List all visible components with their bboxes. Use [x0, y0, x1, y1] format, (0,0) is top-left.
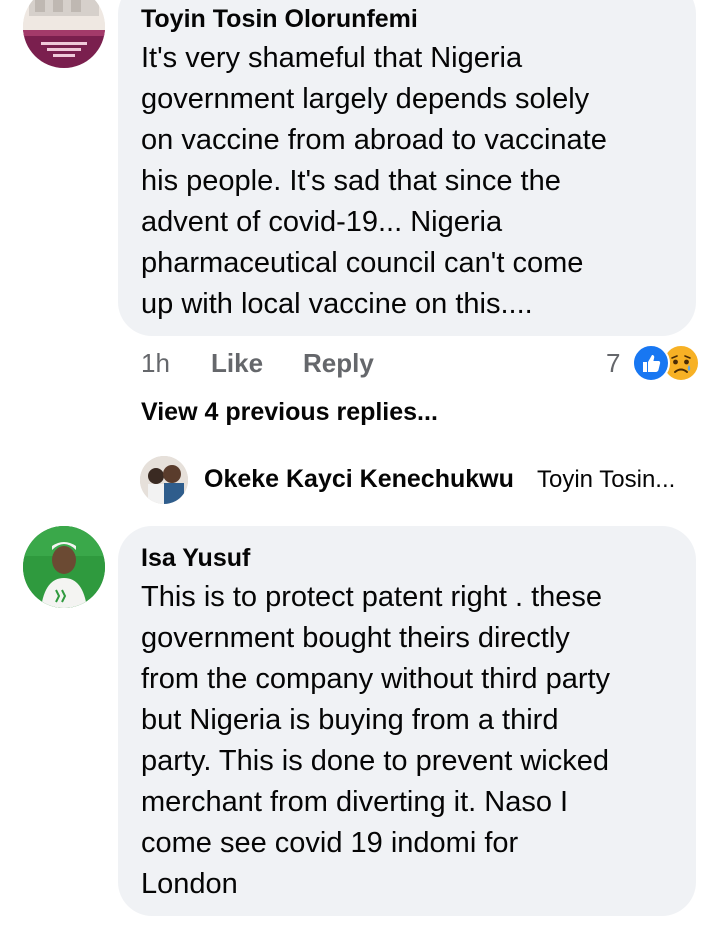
comment-author-toyin[interactable]: Toyin Tosin Olorunfemi: [141, 5, 418, 34]
avatar-okeke-image: [140, 456, 188, 504]
reply-button-toyin[interactable]: Reply: [303, 348, 374, 379]
reaction-count[interactable]: 7: [606, 348, 620, 379]
like-reaction-icon[interactable]: [632, 344, 670, 382]
avatar-isa[interactable]: [23, 526, 105, 608]
avatar-isa-image: [23, 526, 105, 608]
view-previous-replies-link[interactable]: View 4 previous replies...: [141, 398, 438, 427]
avatar-toyin[interactable]: [23, 0, 105, 68]
reply-snippet[interactable]: Toyin Tosin...: [537, 466, 675, 494]
comment-author-isa[interactable]: Isa Yusuf: [141, 544, 250, 573]
like-button-toyin[interactable]: Like: [211, 348, 263, 379]
reply-author-okeke[interactable]: Okeke Kayci Kenechukwu: [204, 465, 514, 494]
avatar-okeke[interactable]: [140, 456, 188, 504]
comment-time-toyin[interactable]: 1h: [141, 348, 170, 379]
comment-text-toyin: It's very shameful that Nigeria governme…: [141, 42, 607, 320]
avatar-toyin-image: [23, 0, 105, 68]
comment-text-isa: This is to protect patent right . these …: [141, 581, 611, 900]
